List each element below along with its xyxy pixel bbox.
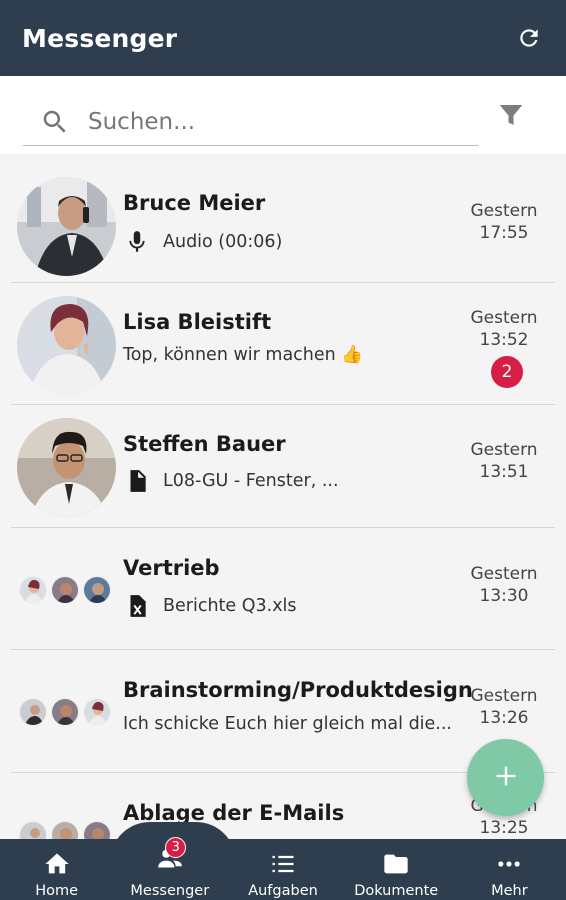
- plus-icon: [492, 762, 520, 794]
- unread-badge: 2: [491, 355, 523, 388]
- message-time: Gestern 13:51: [465, 439, 543, 483]
- folder-icon: [381, 849, 411, 879]
- nav-label: Aufgaben: [248, 883, 318, 899]
- conversation-row[interactable]: Bruce Meier Audio (00:06) Gestern 17:55: [11, 160, 555, 283]
- message-time: Gestern 13:30: [465, 563, 543, 607]
- message-clock: 13:51: [479, 462, 529, 482]
- contact-name: Lisa Bleistift: [123, 309, 272, 334]
- nav-label: Messenger: [130, 883, 210, 899]
- bottom-navigation: Home 3 Messenger Aufgaben Dokumente Mehr: [0, 837, 566, 900]
- avatar: [83, 575, 111, 604]
- group-avatars: [19, 575, 111, 604]
- group-name: Ablage der E-Mails: [123, 800, 345, 825]
- nav-dokumente[interactable]: Dokumente: [340, 839, 453, 900]
- group-name: Vertrieb: [123, 555, 220, 580]
- task-list-icon: [268, 849, 298, 879]
- group-name: Brainstorming/Produktdesign: [123, 678, 473, 702]
- avatar: [19, 575, 47, 604]
- avatar: [51, 698, 79, 726]
- message-clock: 17:55: [479, 223, 529, 243]
- group-avatars: [19, 698, 111, 726]
- message-time: Gestern 13:26: [465, 685, 543, 729]
- microphone-icon: [123, 228, 151, 256]
- home-icon: [42, 849, 72, 879]
- document-icon: [123, 467, 151, 495]
- message-day: Gestern: [470, 686, 538, 706]
- message-day: Gestern: [470, 563, 538, 584]
- messenger-app: Messenger Suchen... Bruce Meier Audio (0…: [0, 0, 566, 900]
- search-bar: [0, 76, 566, 154]
- message-preview: Ich schicke Euch hier gleich mal die...: [123, 714, 452, 734]
- app-header: Messenger: [0, 0, 566, 76]
- nav-home[interactable]: Home: [0, 839, 113, 900]
- message-preview: Audio (00:06): [123, 228, 282, 256]
- preview-text: Berichte Q3.xls: [163, 595, 297, 616]
- message-clock: 13:52: [479, 329, 529, 350]
- message-day: Gestern: [470, 440, 538, 460]
- avatar: [19, 698, 47, 726]
- search-field[interactable]: [23, 98, 478, 146]
- search-input[interactable]: [88, 108, 448, 135]
- conversation-row[interactable]: Vertrieb Berichte Q3.xls Gestern 13:30: [11, 528, 555, 650]
- conversation-row[interactable]: Steffen Bauer L08-GU - Fenster, ... Gest…: [11, 405, 555, 528]
- preview-text: Ich schicke Euch hier gleich mal die...: [123, 714, 452, 734]
- filter-icon[interactable]: [496, 100, 528, 132]
- new-chat-button[interactable]: [467, 739, 544, 816]
- avatar: [17, 177, 116, 276]
- refresh-icon[interactable]: [514, 23, 544, 53]
- message-day: Gestern: [470, 307, 538, 328]
- message-clock: 13:26: [479, 708, 529, 728]
- message-time: Gestern 13:52: [465, 307, 543, 351]
- contact-name: Steffen Bauer: [123, 432, 286, 456]
- avatar: [51, 575, 79, 604]
- message-preview: L08-GU - Fenster, ...: [123, 467, 339, 495]
- message-time: Gestern 17:55: [465, 200, 543, 244]
- preview-text: Top, können wir machen 👍: [123, 344, 364, 365]
- avatar: [17, 295, 116, 395]
- nav-messenger[interactable]: 3 Messenger: [113, 837, 226, 900]
- nav-label: Home: [35, 883, 79, 899]
- page-title: Messenger: [22, 23, 178, 53]
- message-preview: Berichte Q3.xls: [123, 592, 297, 620]
- nav-label: Mehr: [491, 883, 528, 899]
- preview-text: L08-GU - Fenster, ...: [163, 471, 339, 491]
- preview-text: Audio (00:06): [163, 232, 283, 252]
- contact-name: Bruce Meier: [123, 191, 266, 215]
- nav-aufgaben[interactable]: Aufgaben: [226, 839, 339, 900]
- more-icon: [494, 849, 524, 879]
- search-icon: [40, 107, 70, 137]
- excel-file-icon: [123, 592, 151, 620]
- avatar: [17, 418, 116, 517]
- message-preview: Top, können wir machen 👍: [123, 345, 363, 365]
- avatar: [83, 698, 111, 726]
- message-day: Gestern: [470, 201, 538, 221]
- nav-label: Dokumente: [354, 883, 439, 899]
- conversation-row[interactable]: Lisa Bleistift Top, können wir machen 👍 …: [11, 283, 555, 405]
- nav-mehr[interactable]: Mehr: [453, 839, 566, 900]
- message-clock: 13:25: [479, 817, 529, 838]
- message-clock: 13:30: [479, 585, 529, 606]
